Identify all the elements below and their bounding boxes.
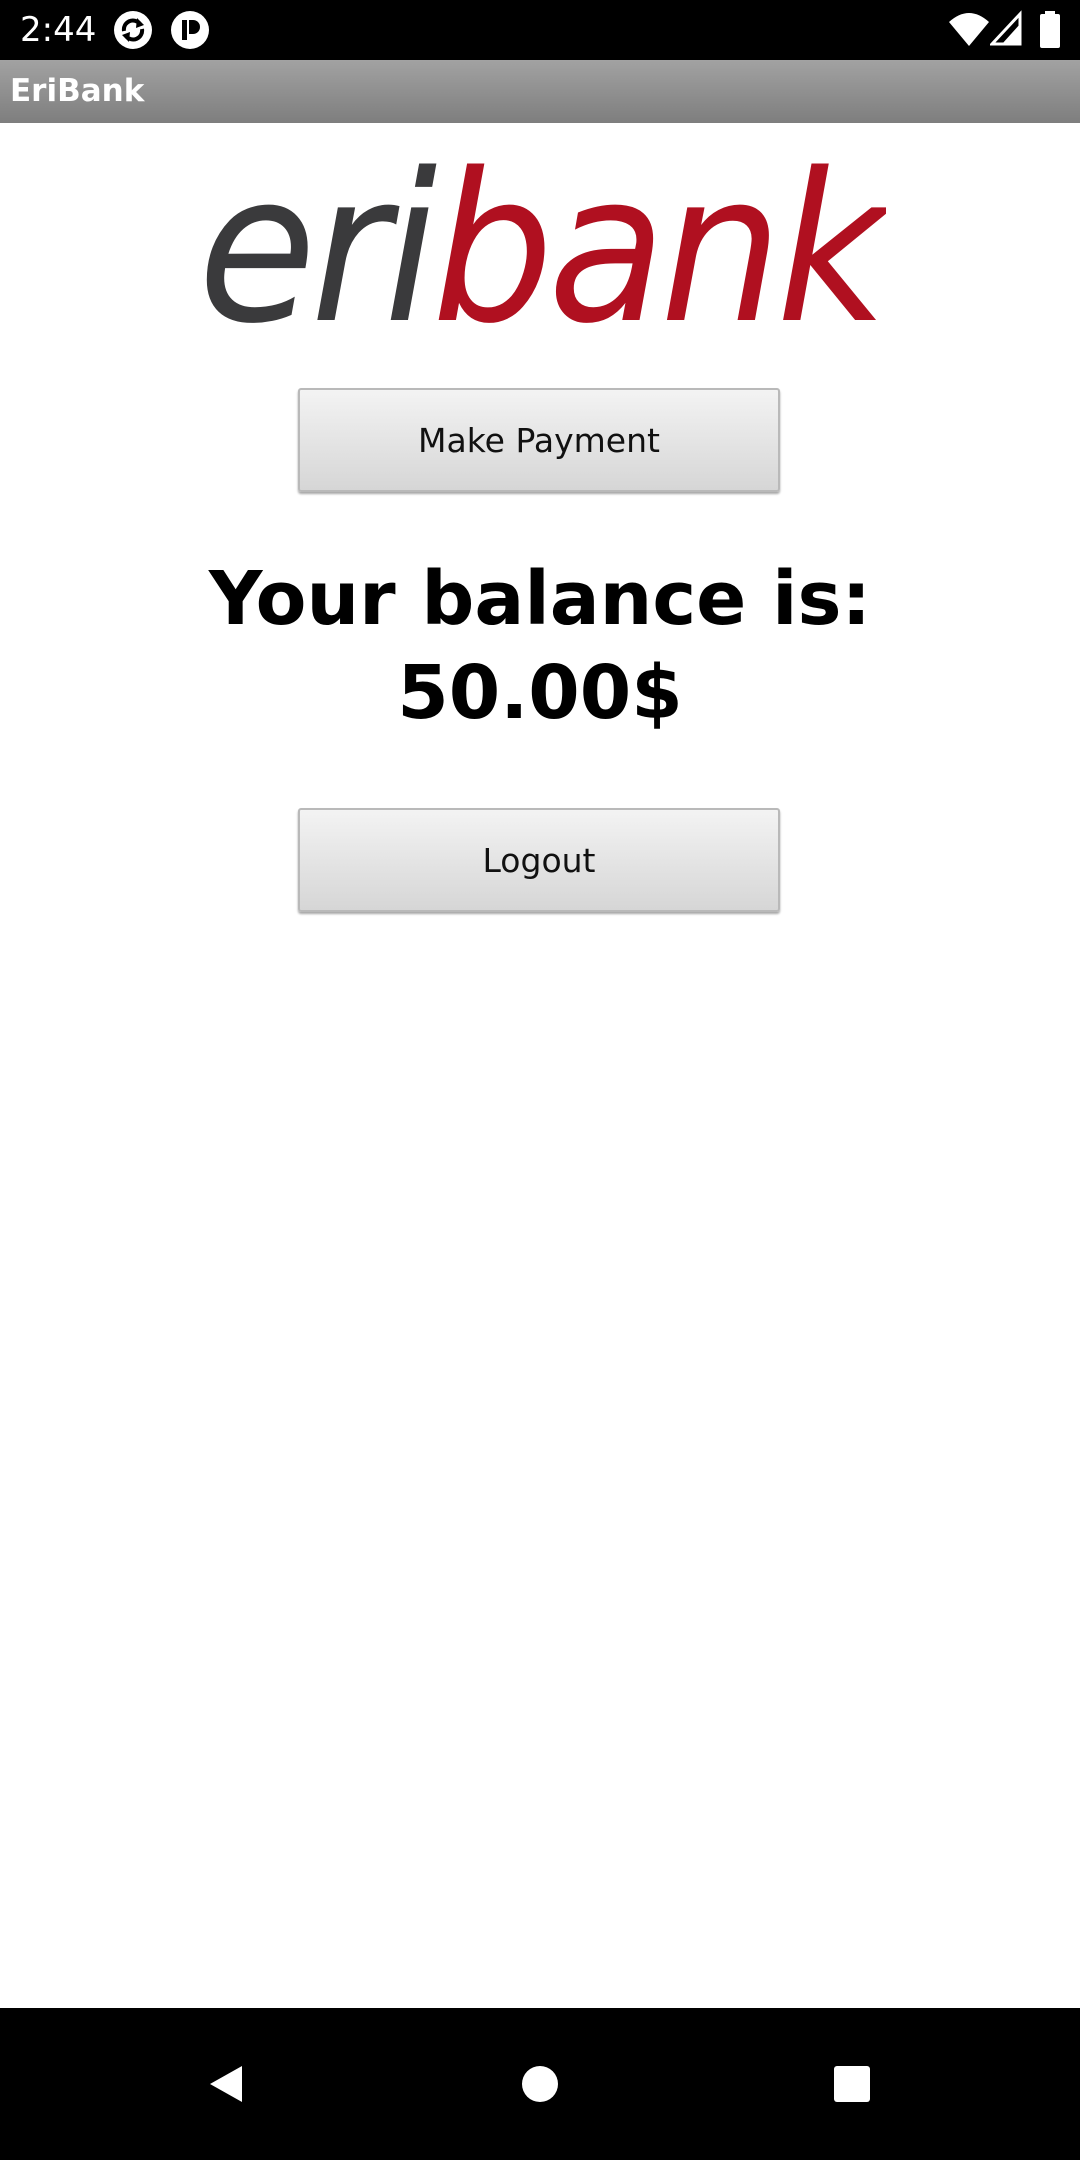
battery-icon [1038,10,1062,50]
back-icon[interactable] [196,2054,256,2114]
sync-icon [113,10,153,50]
app-screen: 2:44 EriBank eribank Make Payment Your b… [0,0,1080,2160]
logout-button[interactable]: Logout [298,808,780,912]
status-bar: 2:44 [0,0,1080,60]
cellular-signal-icon [988,10,1024,50]
notification-app-icon [170,10,210,50]
home-icon[interactable] [510,2054,570,2114]
recents-icon[interactable] [822,2054,882,2114]
balance-text: Your balance is: 50.00$ [208,556,872,736]
status-time: 2:44 [20,10,97,50]
app-title: EriBank [10,73,145,109]
svg-text:eribank: eribank [198,150,886,340]
navigation-bar [0,2008,1080,2160]
eribank-logo: eribank [196,129,901,369]
action-bar: EriBank [0,60,1080,123]
wifi-icon [948,10,990,50]
make-payment-button[interactable]: Make Payment [298,388,780,492]
